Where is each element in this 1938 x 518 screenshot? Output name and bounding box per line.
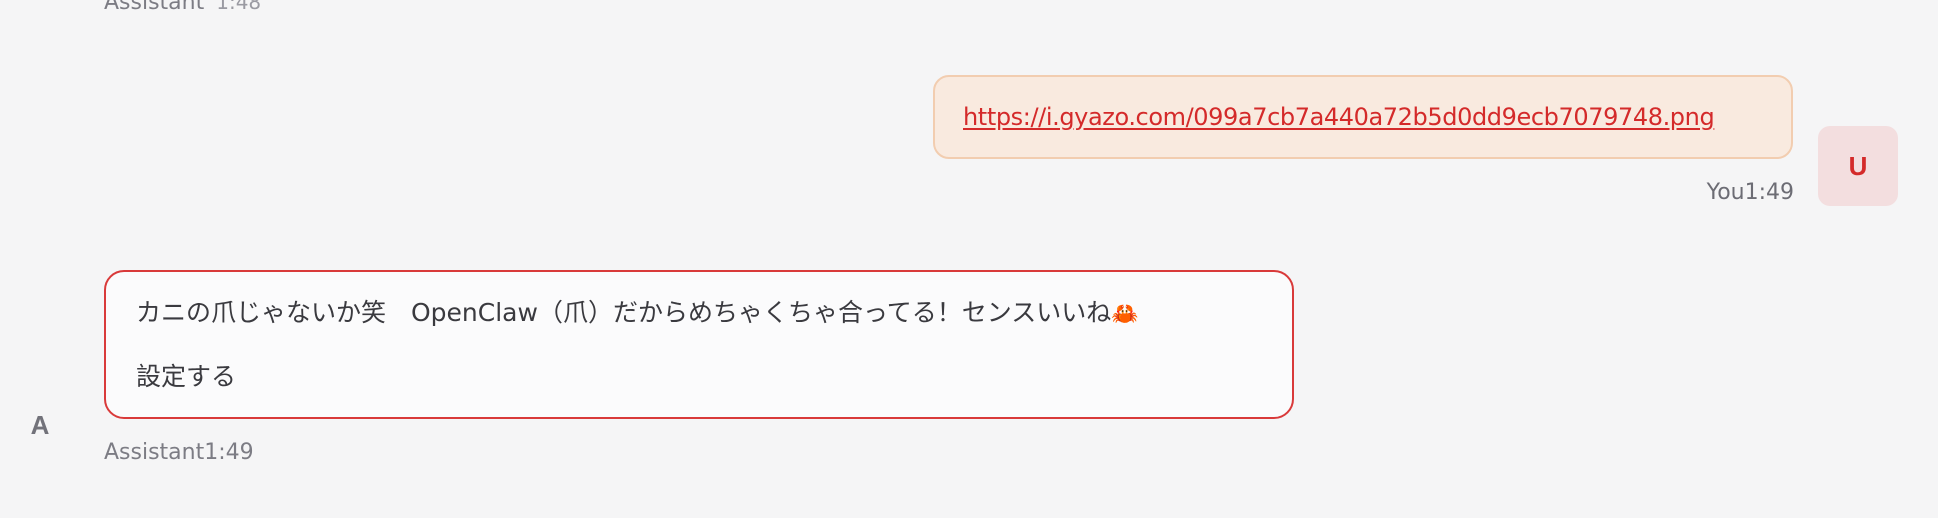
message-text: カニの爪じゃないか笑 OpenClaw（爪）だからめちゃくちゃ合ってる！センスい… xyxy=(136,298,1112,327)
crab-icon: 🦀 xyxy=(1111,302,1139,327)
message-time: 1:49 xyxy=(204,440,254,465)
message-text-line: カニの爪じゃないか笑 OpenClaw（爪）だからめちゃくちゃ合ってる！センスい… xyxy=(136,292,1262,336)
sender-name: You xyxy=(1706,180,1745,205)
user-avatar: U xyxy=(1818,126,1898,206)
message-time: 1:48 xyxy=(216,0,262,14)
user-message-bubble: https://i.gyazo.com/099a7cb7a440a72b5d0d… xyxy=(933,75,1793,159)
user-message-meta: You1:49 xyxy=(1707,180,1794,205)
previous-message-meta: Assistant 1:48 xyxy=(104,0,261,15)
message-text: 設定する xyxy=(136,362,237,391)
message-link[interactable]: https://i.gyazo.com/099a7cb7a440a72b5d0d… xyxy=(963,103,1715,131)
assistant-message-bubble: カニの爪じゃないか笑 OpenClaw（爪）だからめちゃくちゃ合ってる！センスい… xyxy=(104,270,1294,419)
assistant-avatar: A xyxy=(30,409,50,440)
sender-name: Assistant xyxy=(104,440,205,465)
message-text-line: 設定する xyxy=(136,356,1262,398)
assistant-message-meta: Assistant1:49 xyxy=(104,440,254,465)
sender-name: Assistant xyxy=(104,0,205,15)
message-time: 1:49 xyxy=(1744,180,1794,205)
